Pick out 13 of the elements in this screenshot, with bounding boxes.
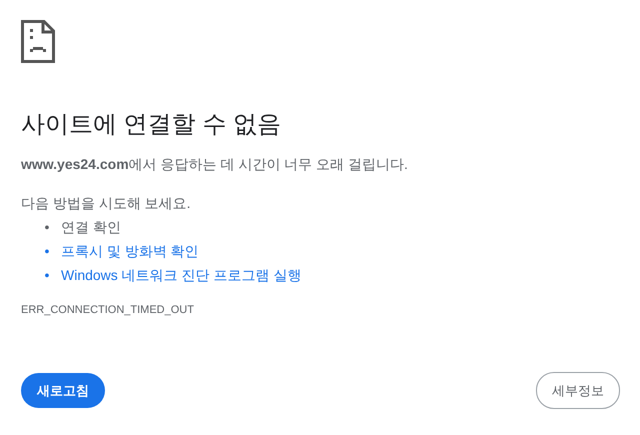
- suggestions-intro: 다음 방법을 시도해 보세요.: [21, 194, 192, 213]
- reload-button[interactable]: 새로고침: [21, 373, 105, 408]
- suggestion-text: 연결 확인: [61, 218, 121, 237]
- error-code: ERR_CONNECTION_TIMED_OUT: [21, 304, 195, 316]
- bullet: •: [44, 266, 50, 285]
- suggestion-link[interactable]: 프록시 및 방화벽 확인: [61, 239, 199, 263]
- bullet: •: [44, 242, 50, 261]
- bullet: •: [44, 218, 50, 237]
- error-summary: www.yes24.com에서 응답하는 데 시간이 너무 오래 걸립니다.: [21, 155, 409, 174]
- suggestion-link[interactable]: Windows 네트워크 진단 프로그램 실행: [61, 263, 302, 287]
- sad-page-icon: [21, 20, 55, 63]
- details-button[interactable]: 세부정보: [536, 372, 620, 409]
- error-heading: 사이트에 연결할 수 없음: [21, 110, 282, 140]
